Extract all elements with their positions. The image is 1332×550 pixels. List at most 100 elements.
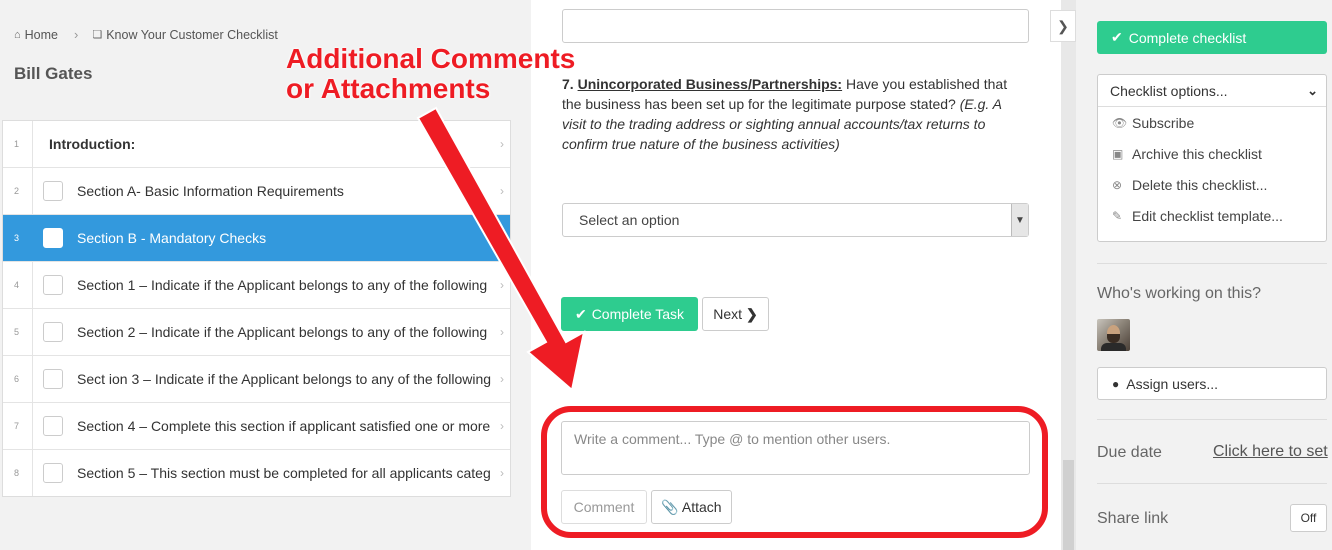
chevron-right-icon: ›: [500, 372, 504, 386]
task-number: 5: [3, 309, 33, 355]
task-checkbox[interactable]: [43, 322, 63, 342]
chevron-down-icon: ⌄: [1307, 82, 1318, 98]
delete-icon: ⊗: [1112, 177, 1123, 192]
task-checkbox[interactable]: [43, 416, 63, 436]
checklist-options-label: Checklist options...: [1110, 82, 1228, 99]
next-label: Next: [713, 306, 743, 322]
avatar[interactable]: [1097, 319, 1130, 351]
task-item[interactable]: 2 Section A- Basic Information Requireme…: [3, 167, 510, 214]
menu-item-label: Edit checklist template...: [1132, 207, 1283, 224]
task-number: 4: [3, 262, 33, 308]
archive-icon: ▣: [1112, 146, 1124, 161]
chevron-right-icon: ❯: [746, 305, 758, 322]
eye-icon: 👁: [1112, 115, 1128, 130]
home-icon: ⌂: [14, 28, 21, 41]
task-item-active[interactable]: 3 Section B - Mandatory Checks ‹: [3, 214, 510, 261]
menu-item-label: Archive this checklist: [1132, 145, 1262, 162]
task-label: Section 4 – Complete this section if app…: [77, 418, 491, 434]
task-label: Sect ion 3 – Indicate if the Applicant b…: [77, 371, 492, 387]
task-item[interactable]: 4 Section 1 – Indicate if the Applicant …: [3, 261, 510, 308]
task-number: 3: [3, 215, 33, 261]
avatar-shirt: [1101, 343, 1126, 351]
chevron-right-icon: ›: [500, 184, 504, 198]
menu-item-label: Delete this checklist...: [1132, 176, 1268, 193]
check-icon: ✔: [1111, 29, 1123, 45]
task-checkbox[interactable]: [43, 463, 63, 483]
complete-task-label: Complete Task: [591, 306, 685, 322]
task-label: Section 5 – This section must be complet…: [77, 465, 491, 481]
scrollbar[interactable]: [1061, 0, 1076, 550]
chevron-right-icon: ›: [500, 325, 504, 339]
task-label: Section A- Basic Information Requirement…: [77, 183, 344, 199]
checklist-icon: ❏: [92, 29, 103, 41]
menu-item-archive[interactable]: ▣ Archive this checklist: [1098, 138, 1326, 169]
task-item[interactable]: 6 Sect ion 3 – Indicate if the Applicant…: [3, 355, 510, 402]
chevron-right-icon: ❯: [1057, 17, 1069, 34]
select-value: Select an option: [579, 212, 680, 228]
assign-users-button[interactable]: ● Assign users...: [1097, 367, 1327, 400]
annotation-line-1: Additional Comments: [286, 43, 576, 74]
pencil-icon: ✎: [1112, 208, 1123, 223]
share-link-label: Share link: [1097, 510, 1169, 527]
chevron-right-icon: ›: [500, 137, 504, 151]
comment-input[interactable]: Write a comment... Type @ to mention oth…: [561, 421, 1030, 475]
task-number: 6: [3, 356, 33, 402]
task-checkbox[interactable]: [43, 181, 63, 201]
task-number: 8: [3, 450, 33, 496]
working-label: Who's working on this?: [1097, 285, 1262, 302]
option-select[interactable]: Select an option ▼: [562, 203, 1029, 237]
set-due-date-link[interactable]: Click here to set: [1213, 443, 1328, 461]
next-button[interactable]: Next ❯: [702, 297, 769, 331]
task-checkbox[interactable]: [43, 275, 63, 295]
divider: [1097, 419, 1327, 420]
menu-item-subscribe[interactable]: 👁 Subscribe: [1098, 107, 1326, 138]
paperclip-icon: 📎: [661, 498, 679, 515]
task-item[interactable]: 7 Section 4 – Complete this section if a…: [3, 402, 510, 449]
task-number: 7: [3, 403, 33, 449]
avatar-beard: [1107, 334, 1120, 343]
chevron-right-icon: ›: [74, 27, 79, 42]
checklist-options-toggle[interactable]: Checklist options... ⌄: [1098, 75, 1326, 107]
user-icon: ●: [1112, 376, 1120, 391]
divider: [1097, 483, 1327, 484]
chevron-left-icon: ‹: [500, 231, 504, 245]
task-item-introduction[interactable]: 1 Introduction: ›: [3, 121, 510, 167]
comment-button[interactable]: Comment: [561, 490, 647, 524]
task-label: Section 2 – Indicate if the Applicant be…: [77, 324, 488, 340]
collapse-sidebar-button[interactable]: ❯: [1050, 10, 1076, 42]
checklist-options-menu: Checklist options... ⌄ 👁 Subscribe ▣ Arc…: [1097, 74, 1327, 242]
menu-item-edit-template[interactable]: ✎ Edit checklist template...: [1098, 200, 1326, 231]
question-heading: Unincorporated Business/Partnerships:: [577, 76, 843, 92]
attach-label: Attach: [681, 499, 722, 515]
chevron-down-icon: ▼: [1011, 204, 1028, 236]
task-item[interactable]: 5 Section 2 – Indicate if the Applicant …: [3, 308, 510, 355]
task-label: Section B - Mandatory Checks: [77, 230, 267, 246]
question-text: 7. Unincorporated Business/Partnerships:…: [562, 74, 1027, 154]
annotation-line-2: or Attachments: [286, 73, 491, 104]
check-icon: ✔: [574, 305, 587, 322]
attach-button[interactable]: 📎 Attach: [651, 490, 732, 524]
task-item[interactable]: 8 Section 5 – This section must be compl…: [3, 449, 510, 496]
breadcrumb: ⌂ Home › ❏ Know Your Customer Checklist: [14, 27, 278, 42]
task-number: 2: [3, 168, 33, 214]
complete-checklist-button[interactable]: ✔ Complete checklist: [1097, 21, 1327, 54]
task-checkbox[interactable]: [43, 369, 63, 389]
task-label: Section 1 – Indicate if the Applicant be…: [77, 277, 488, 293]
chevron-right-icon: ›: [500, 466, 504, 480]
complete-task-button[interactable]: ✔ Complete Task: [561, 297, 698, 331]
task-checkbox[interactable]: [43, 228, 63, 248]
chevron-right-icon: ›: [500, 419, 504, 433]
breadcrumb-home[interactable]: Home: [25, 28, 58, 42]
answer-input[interactable]: [562, 9, 1029, 43]
page-title: Bill Gates: [14, 64, 93, 83]
scrollbar-thumb[interactable]: [1063, 460, 1074, 550]
chevron-right-icon: ›: [500, 278, 504, 292]
share-link-toggle[interactable]: Off: [1290, 504, 1327, 532]
menu-item-delete[interactable]: ⊗ Delete this checklist...: [1098, 169, 1326, 200]
task-number: 1: [3, 121, 33, 167]
breadcrumb-checklist[interactable]: Know Your Customer Checklist: [106, 28, 278, 42]
due-date-label: Due date: [1097, 444, 1162, 461]
assign-users-label: Assign users...: [1126, 375, 1219, 392]
divider: [1097, 263, 1327, 264]
task-label: Introduction:: [49, 136, 136, 152]
